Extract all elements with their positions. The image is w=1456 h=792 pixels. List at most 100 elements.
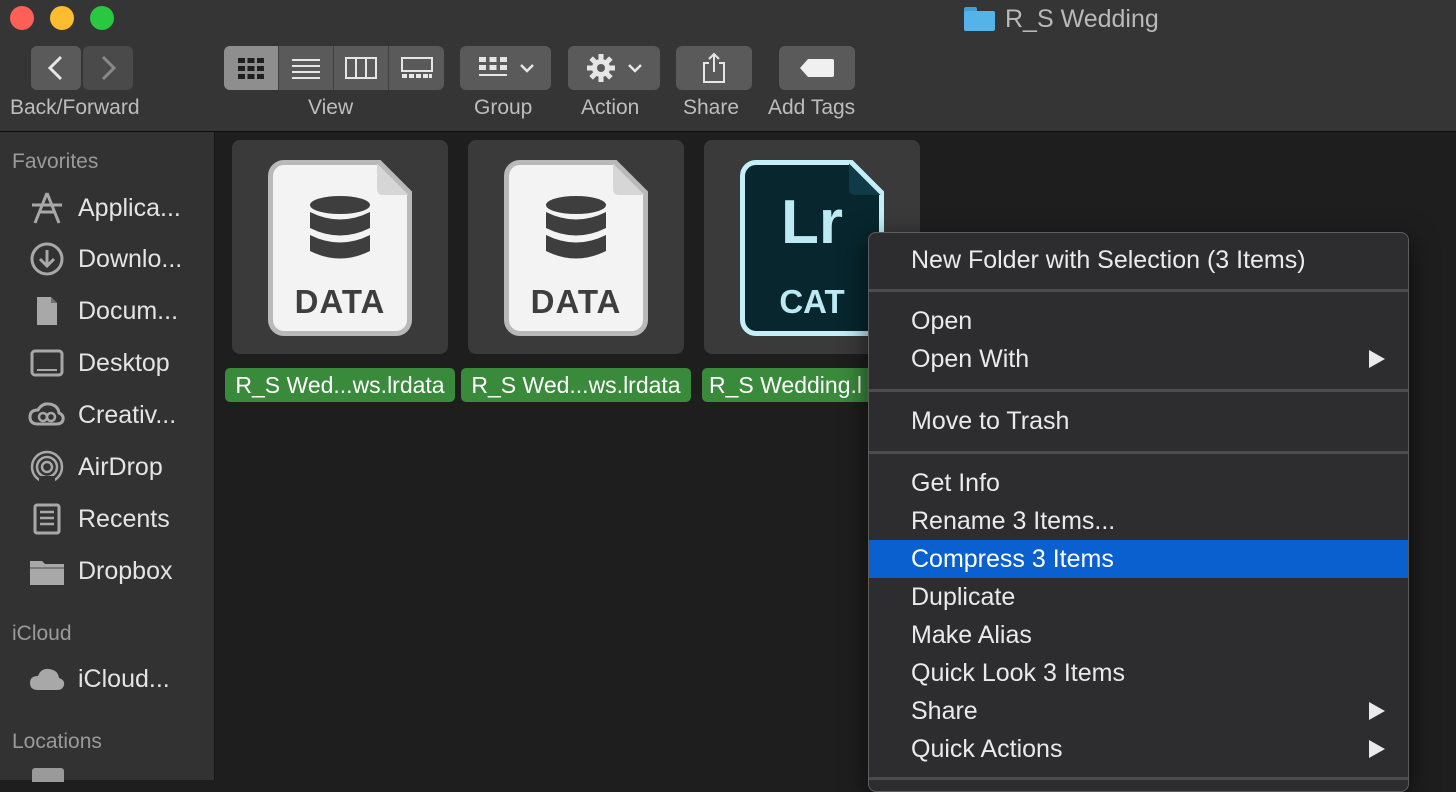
gallery-view-button[interactable]	[389, 46, 444, 90]
window-title: R_S Wedding	[964, 4, 1159, 34]
share-label: Share	[683, 96, 740, 119]
airdrop-icon	[28, 448, 66, 486]
window-title-text: R_S Wedding	[1005, 4, 1159, 33]
list-icon	[292, 59, 320, 79]
chevron-right-icon	[101, 55, 117, 81]
list-view-button[interactable]	[279, 46, 334, 90]
locations-heading: Locations	[12, 730, 102, 753]
file-badge: DATA	[530, 283, 622, 320]
sidebar-item-dropbox[interactable]: Dropbox	[28, 551, 173, 591]
cloud-icon	[28, 660, 66, 698]
forward-button[interactable]	[83, 46, 133, 90]
menu-separator	[869, 289, 1408, 292]
page-fold-icon	[613, 160, 648, 195]
file-thumbnail[interactable]: DATA	[468, 140, 684, 354]
column-view-button[interactable]	[334, 46, 389, 90]
menu-item-new-folder-with-selection[interactable]: New Folder with Selection (3 Items)	[869, 241, 1408, 279]
downloads-icon	[28, 240, 66, 278]
group-label: Group	[474, 96, 533, 119]
sidebar-item-label: Creativ...	[78, 400, 177, 429]
menu-item-quick-actions[interactable]: Quick Actions	[869, 730, 1408, 768]
sidebar-item-label: iCloud...	[78, 664, 170, 693]
menu-separator	[869, 451, 1408, 454]
gear-icon	[587, 54, 615, 82]
menu-item-share[interactable]: Share	[869, 692, 1408, 730]
sidebar-item-label: Docum...	[78, 296, 179, 325]
page-fold-icon	[377, 160, 412, 195]
menu-item-duplicate[interactable]: Duplicate	[869, 578, 1408, 616]
menu-item-label: Quick Actions	[911, 734, 1063, 763]
close-window-button[interactable]	[10, 6, 34, 30]
menu-item-quick-look[interactable]: Quick Look 3 Items	[869, 654, 1408, 692]
chevron-down-icon	[628, 64, 642, 73]
sidebar-item-desktop[interactable]: Desktop	[28, 343, 170, 383]
menu-item-open-with[interactable]: Open With	[869, 340, 1408, 378]
file-name-label[interactable]: R_S Wedding.l	[702, 368, 882, 402]
sidebar-item-icloud-drive[interactable]: iCloud...	[28, 659, 170, 699]
sidebar: Favorites Applica... Downlo... Docum... …	[0, 132, 215, 782]
file-badge: CAT	[779, 283, 845, 320]
sidebar-item-applications[interactable]: Applica...	[28, 188, 181, 228]
icloud-heading: iCloud	[12, 622, 72, 645]
folder-icon	[28, 552, 66, 590]
tag-icon	[800, 59, 834, 77]
submenu-arrow-icon	[1369, 740, 1385, 758]
columns-icon	[345, 57, 377, 79]
sidebar-item-documents[interactable]: Docum...	[28, 291, 178, 331]
sidebar-item-airdrop[interactable]: AirDrop	[28, 447, 163, 487]
sidebar-item-label: Applica...	[78, 193, 181, 222]
menu-item-open[interactable]: Open	[869, 302, 1408, 340]
menu-item-move-to-trash[interactable]: Move to Trash	[869, 402, 1408, 440]
gallery-icon	[400, 57, 433, 78]
icon-view-button[interactable]	[224, 46, 279, 90]
submenu-arrow-icon	[1369, 702, 1385, 720]
file-badge: DATA	[294, 283, 386, 320]
sidebar-item-recents[interactable]: Recents	[28, 499, 170, 539]
page-fold-icon	[849, 160, 884, 195]
group-button[interactable]	[460, 46, 551, 90]
minimize-window-button[interactable]	[50, 6, 74, 30]
lightroom-mark: Lr	[781, 188, 843, 257]
grid-icon	[238, 58, 264, 79]
add-tags-button[interactable]	[779, 46, 855, 90]
file-item[interactable]: DATA R_S Wed...ws.lrdata	[225, 140, 455, 402]
back-forward-label: Back/Forward	[10, 96, 140, 119]
view-label: View	[308, 96, 354, 119]
sidebar-item-label: AirDrop	[78, 452, 163, 481]
database-icon	[310, 196, 370, 259]
file-thumbnail[interactable]: DATA	[232, 140, 448, 354]
zoom-window-button[interactable]	[90, 6, 114, 30]
menu-item-label: Share	[911, 696, 978, 725]
sidebar-item-downloads[interactable]: Downlo...	[28, 239, 182, 279]
action-button[interactable]	[568, 46, 660, 90]
file-name-label[interactable]: R_S Wed...ws.lrdata	[461, 368, 691, 402]
action-label: Action	[581, 96, 640, 119]
menu-item-compress[interactable]: Compress 3 Items	[869, 540, 1408, 578]
favorites-heading: Favorites	[12, 150, 99, 173]
toolbar: R_S Wedding Back/Forward View Group Acti…	[0, 0, 1456, 132]
sidebar-item-label: Desktop	[78, 348, 170, 377]
menu-item-make-alias[interactable]: Make Alias	[869, 616, 1408, 654]
documents-icon	[28, 292, 66, 330]
menu-item-rename[interactable]: Rename 3 Items...	[869, 502, 1408, 540]
back-button[interactable]	[31, 46, 81, 90]
sidebar-item-creative-cloud[interactable]: Creativ...	[28, 395, 176, 435]
recents-icon	[28, 500, 66, 538]
share-icon	[703, 52, 725, 83]
submenu-arrow-icon	[1369, 350, 1385, 368]
menu-item-get-info[interactable]: Get Info	[869, 464, 1408, 502]
creative-cloud-icon	[28, 396, 66, 434]
add-tags-label: Add Tags	[768, 96, 856, 119]
chevron-down-icon	[519, 64, 534, 73]
desktop-icon	[28, 344, 66, 382]
chevron-left-icon	[47, 55, 63, 81]
menu-separator	[869, 389, 1408, 392]
menu-item-label: Open With	[911, 344, 1030, 373]
share-button[interactable]	[676, 46, 752, 90]
file-name-label[interactable]: R_S Wed...ws.lrdata	[225, 368, 455, 402]
group-icon	[478, 57, 507, 76]
file-item[interactable]: DATA R_S Wed...ws.lrdata	[461, 140, 691, 402]
applications-icon	[28, 189, 66, 227]
database-icon	[546, 196, 606, 259]
view-segmented-control	[224, 46, 444, 90]
